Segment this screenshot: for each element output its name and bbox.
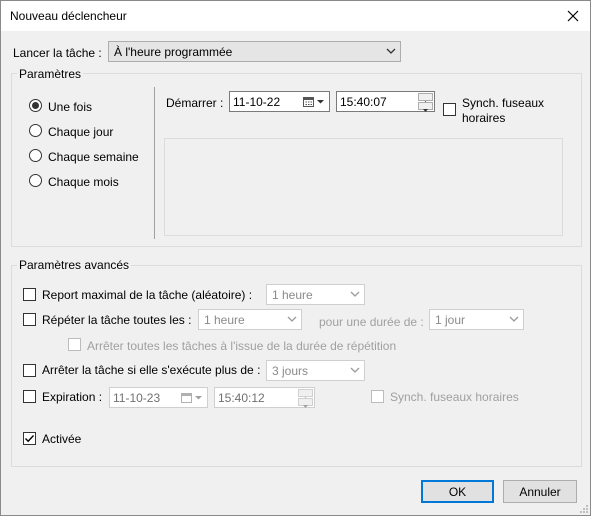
- expiration-checkbox[interactable]: [23, 390, 36, 403]
- stop-if-longer-value: 3 jours: [272, 364, 309, 378]
- stop-if-longer-select[interactable]: 3 jours: [266, 360, 365, 381]
- spin-down-button[interactable]: [298, 398, 313, 408]
- close-icon: [567, 10, 579, 22]
- spin-up-button[interactable]: [298, 389, 313, 400]
- repeat-interval-value: 1 heure: [204, 313, 245, 327]
- trigger-dialog: Nouveau déclencheur Lancer la tâche : À …: [0, 0, 591, 516]
- radio-monthly-label: Chaque mois: [48, 175, 119, 189]
- start-date-value: 11-10-22: [233, 95, 281, 109]
- stop-all-tasks-label: Arrêter toutes les tâches à l'issue de l…: [87, 339, 397, 353]
- expiration-label: Expiration :: [42, 390, 103, 404]
- delay-label: Report maximal de la tâche (aléatoire) :: [42, 288, 253, 302]
- stop-all-tasks-checkbox[interactable]: [68, 338, 81, 351]
- chevron-down-icon: [386, 48, 396, 54]
- delay-select-value: 1 heure: [272, 288, 313, 302]
- start-time-field[interactable]: 15:40:07: [336, 91, 435, 112]
- delay-checkbox[interactable]: [23, 288, 36, 301]
- start-time-spinner[interactable]: [418, 93, 433, 112]
- radio-once[interactable]: [29, 99, 42, 112]
- recurrence-options-panel: [164, 138, 563, 236]
- start-date-picker[interactable]: 11-10-22: [229, 91, 330, 112]
- launch-select[interactable]: À l'heure programmée: [108, 41, 401, 62]
- repeat-interval-select[interactable]: 1 heure: [198, 309, 302, 330]
- resize-grip-icon[interactable]: [579, 504, 589, 514]
- expiration-time-value: 15:40:12: [218, 391, 265, 405]
- cancel-button[interactable]: Annuler: [503, 480, 577, 503]
- duration-value: 1 jour: [435, 313, 466, 327]
- duration-label: pour une durée de :: [319, 315, 424, 329]
- radio-weekly[interactable]: [29, 149, 42, 162]
- launch-label: Lancer la tâche :: [13, 46, 102, 60]
- checkmark-icon: [25, 435, 35, 443]
- start-label: Démarrer :: [166, 96, 224, 110]
- expiration-date-value: 11-10-23: [113, 391, 161, 405]
- radio-daily-label: Chaque jour: [48, 125, 114, 139]
- repeat-checkbox[interactable]: [23, 313, 36, 326]
- arrow-down-icon: [423, 109, 428, 112]
- radio-once-label: Une fois: [48, 100, 93, 114]
- sync-timezones-label-line1: Synch. fuseaux: [462, 96, 545, 110]
- calendar-dropdown-icon: [303, 97, 324, 107]
- radio-weekly-label: Chaque semaine: [48, 150, 139, 164]
- arrow-down-icon: [303, 405, 308, 408]
- radio-monthly[interactable]: [29, 174, 42, 187]
- expiration-time-field[interactable]: 15:40:12: [214, 387, 315, 408]
- sync-timezones-label-line2: horaires: [462, 111, 506, 125]
- chevron-down-icon: [287, 316, 297, 322]
- stop-if-longer-checkbox[interactable]: [23, 364, 36, 377]
- delay-select[interactable]: 1 heure: [266, 284, 365, 305]
- spin-up-button[interactable]: [418, 93, 433, 104]
- start-time-value: 15:40:07: [340, 95, 387, 109]
- expiration-sync-checkbox[interactable]: [371, 390, 384, 403]
- expiration-date-picker[interactable]: 11-10-23: [109, 387, 208, 408]
- radio-daily[interactable]: [29, 124, 42, 137]
- expiration-sync-label: Synch. fuseaux horaires: [390, 390, 519, 404]
- enabled-checkbox[interactable]: [23, 432, 36, 445]
- advanced-group-title: Paramètres avancés: [17, 258, 132, 272]
- settings-divider: [154, 87, 155, 239]
- chevron-down-icon: [509, 316, 519, 322]
- enabled-label: Activée: [42, 432, 82, 446]
- dialog-title: Nouveau déclencheur: [10, 9, 127, 23]
- settings-group-title: Paramètres: [17, 67, 84, 81]
- title-bar: Nouveau déclencheur: [1, 1, 590, 31]
- expiration-time-spinner[interactable]: [298, 389, 313, 408]
- calendar-dropdown-icon: [181, 393, 202, 403]
- chevron-down-icon: [350, 367, 360, 373]
- launch-select-value: À l'heure programmée: [114, 45, 233, 59]
- duration-select[interactable]: 1 jour: [429, 309, 524, 330]
- chevron-down-icon: [350, 291, 360, 297]
- repeat-label: Répéter la tâche toutes les :: [42, 313, 192, 327]
- close-button[interactable]: [556, 1, 590, 31]
- sync-timezones-checkbox[interactable]: [443, 103, 456, 116]
- spin-down-button[interactable]: [418, 102, 433, 112]
- ok-button[interactable]: OK: [421, 480, 494, 503]
- stop-if-longer-label: Arrêter la tâche si elle s'exécute plus …: [42, 363, 261, 377]
